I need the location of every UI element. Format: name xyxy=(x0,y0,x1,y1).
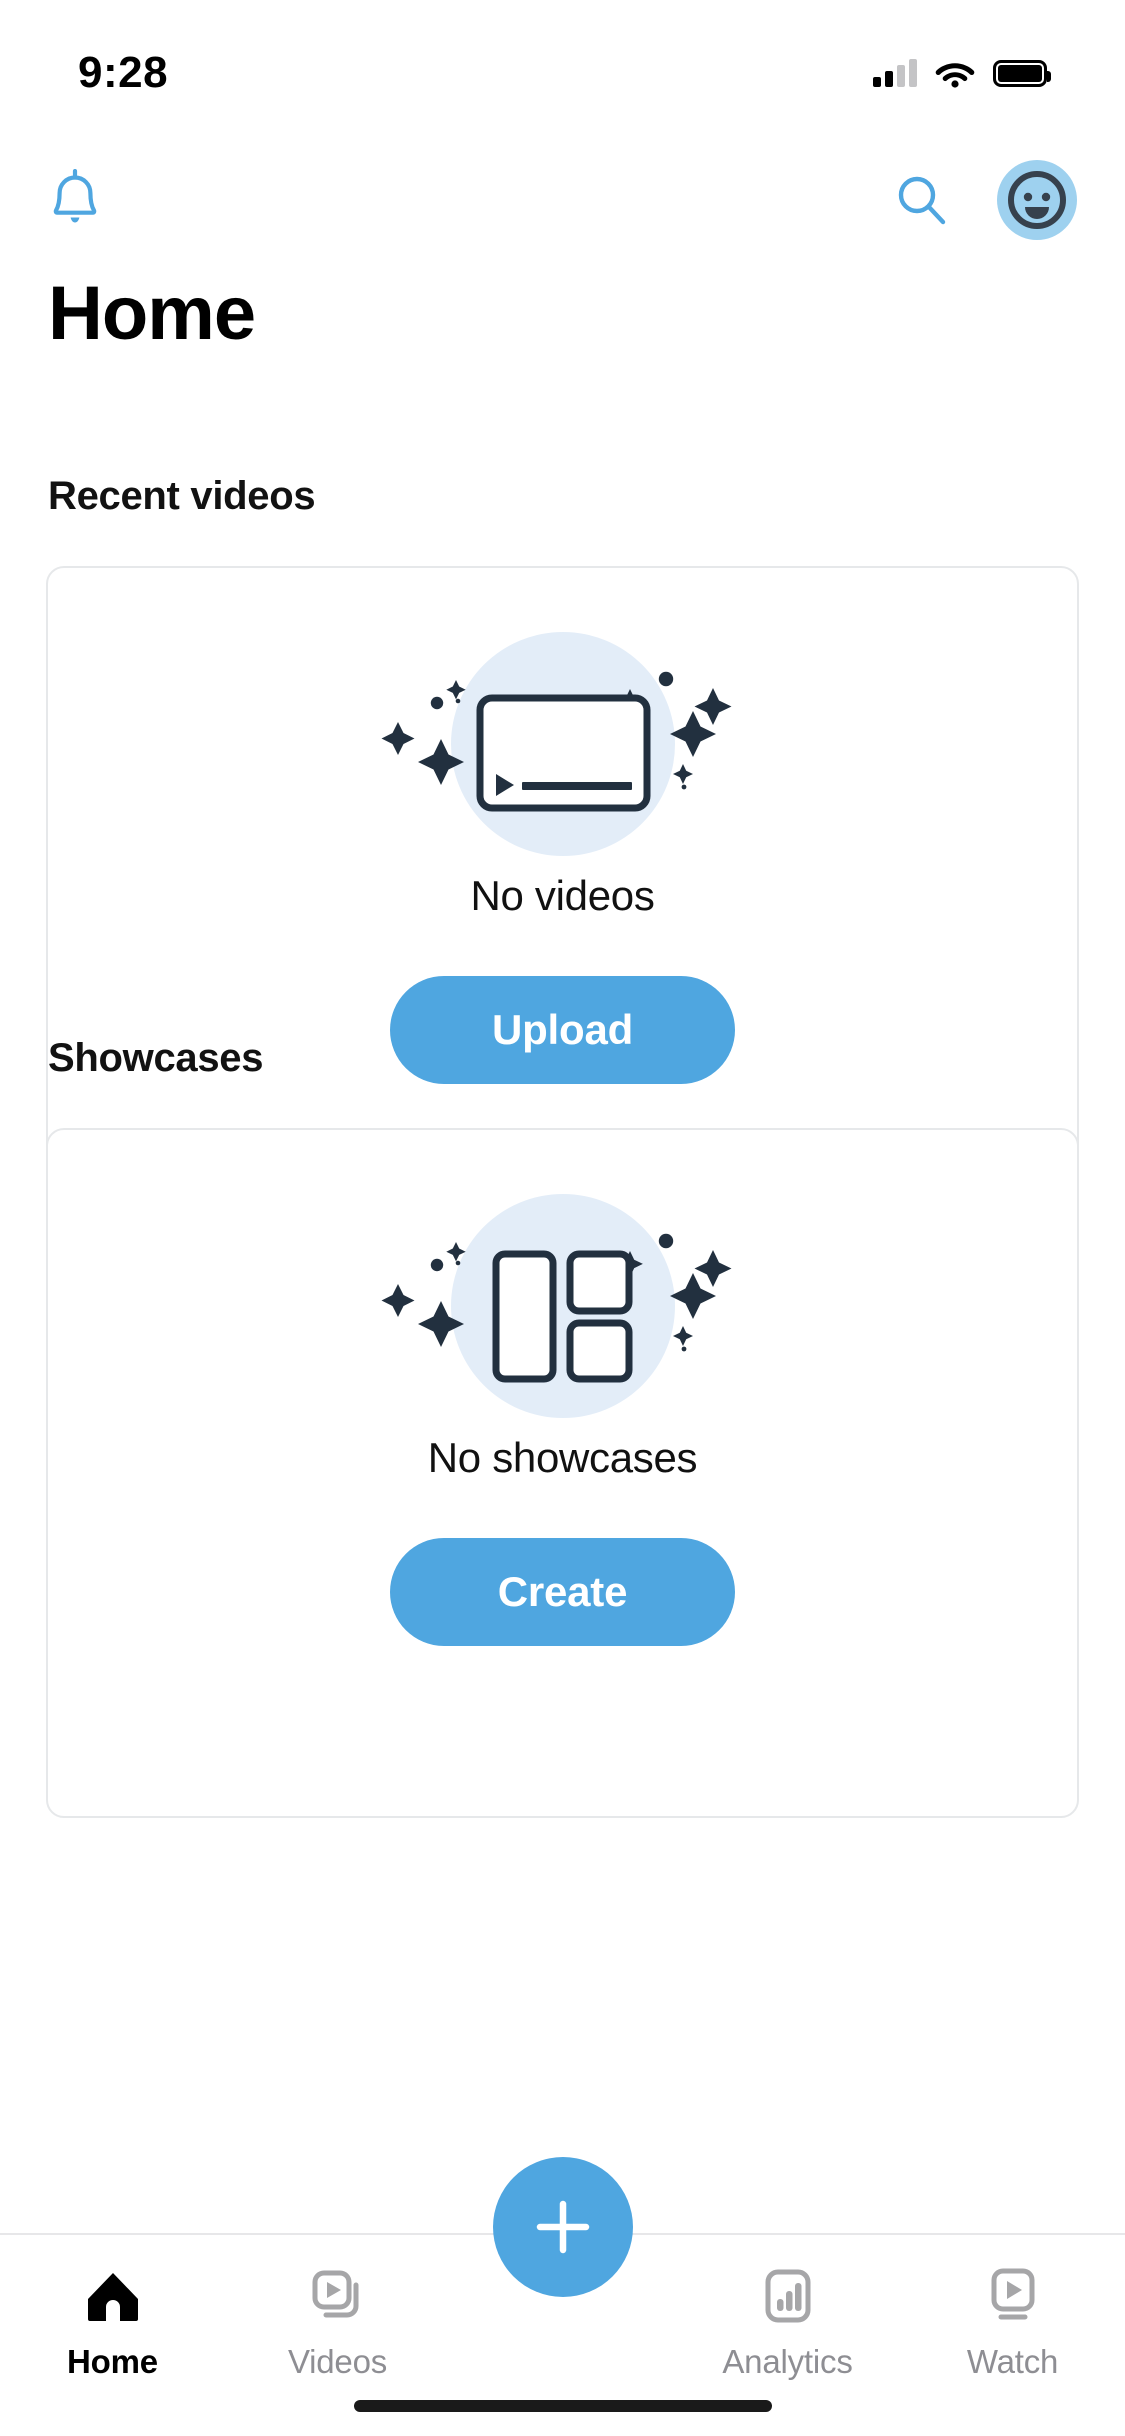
empty-showcase-grid-icon xyxy=(381,1194,731,1418)
search-icon xyxy=(898,176,946,225)
avatar-smiley-icon xyxy=(1008,171,1066,229)
status-bar: 9:28 xyxy=(0,0,1125,132)
home-icon xyxy=(87,2273,138,2321)
section-title-showcases: Showcases xyxy=(48,1036,264,1080)
showcases-card: No showcases Create xyxy=(46,1128,1079,1818)
videos-icon xyxy=(312,2270,358,2318)
tab-watch[interactable]: Watch xyxy=(900,2265,1125,2381)
tab-home[interactable]: Home xyxy=(0,2265,225,2381)
plus-icon xyxy=(536,2200,589,2254)
empty-video-player-icon xyxy=(381,632,731,856)
analytics-icon xyxy=(765,2269,810,2323)
notifications-bell-button[interactable] xyxy=(48,169,102,231)
avatar-button[interactable] xyxy=(997,160,1077,240)
tab-label-videos: Videos xyxy=(287,2343,388,2380)
empty-state-text-showcases: No showcases xyxy=(427,1434,698,1481)
status-indicators xyxy=(873,59,1051,88)
tab-label-home: Home xyxy=(67,2343,158,2380)
home-indicator xyxy=(353,2400,772,2412)
page-title: Home xyxy=(48,271,256,356)
empty-video-player-illustration xyxy=(363,626,763,856)
create-button[interactable]: Create xyxy=(390,1538,735,1646)
tab-label-watch: Watch xyxy=(966,2343,1059,2380)
wifi-icon xyxy=(935,62,975,88)
app-screen: 9:28 Home Recent videos No videos Upload… xyxy=(0,0,1125,2436)
app-header-actions xyxy=(893,160,1077,240)
empty-state-text-videos: No videos xyxy=(470,872,655,919)
battery-full-icon xyxy=(993,59,1051,87)
create-fab-button[interactable] xyxy=(492,2157,633,2297)
search-button[interactable] xyxy=(893,172,949,228)
cellular-signal-icon xyxy=(873,59,917,87)
tab-label-analytics: Analytics xyxy=(722,2343,853,2380)
bell-icon xyxy=(53,169,97,223)
watch-icon xyxy=(991,2268,1034,2320)
tab-videos[interactable]: Videos xyxy=(225,2265,450,2381)
section-title-recent-videos: Recent videos xyxy=(48,474,316,518)
tab-analytics[interactable]: Analytics xyxy=(675,2265,900,2381)
app-header xyxy=(0,150,1125,250)
empty-showcase-illustration xyxy=(363,1188,763,1418)
upload-button[interactable]: Upload xyxy=(390,976,735,1084)
status-time: 9:28 xyxy=(78,48,169,97)
